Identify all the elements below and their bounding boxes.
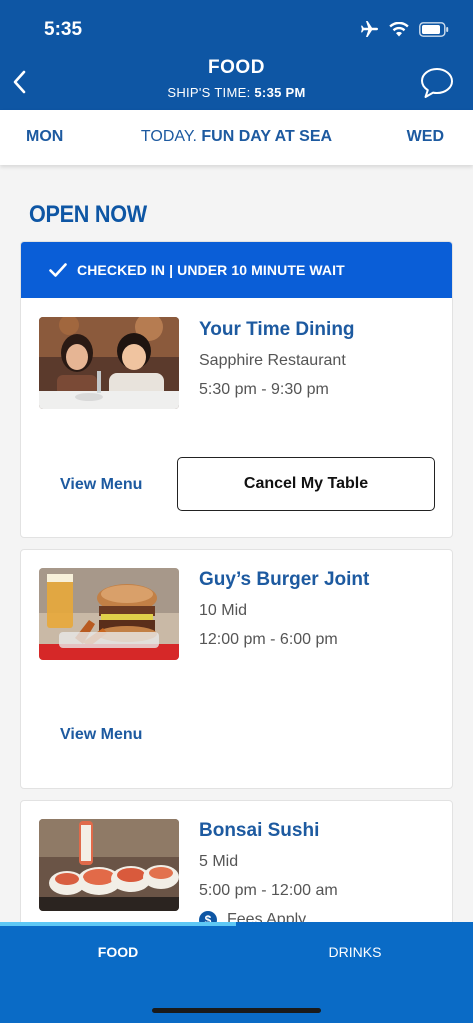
current-day-label: TODAY. FUN DAY AT SEA	[0, 128, 473, 146]
status-bar: 5:35	[0, 0, 473, 56]
venue-card: Guy’s Burger Joint 10 Mid 12:00 pm - 6:0…	[20, 549, 453, 789]
venue-card: CHECKED IN | UNDER 10 MINUTE WAIT Your T…	[20, 241, 453, 538]
venue-hours: 5:30 pm - 9:30 pm	[199, 381, 329, 398]
page-title: FOOD	[208, 57, 265, 78]
chat-button[interactable]	[419, 66, 455, 100]
today-name: FUN DAY AT SEA	[201, 128, 333, 145]
ship-time: SHIP'S TIME: 5:35 PM	[0, 85, 473, 100]
status-time: 5:35	[44, 19, 83, 40]
venue-card: Bonsai Sushi 5 Mid 5:00 pm - 12:00 am $ …	[20, 800, 453, 940]
wifi-icon	[389, 21, 409, 36]
today-prefix: TODAY.	[140, 128, 197, 145]
check-in-banner: CHECKED IN | UNDER 10 MINUTE WAIT	[21, 242, 452, 298]
ship-time-value: 5:35 PM	[254, 85, 306, 100]
venue-photo	[39, 568, 179, 660]
airplane-icon	[361, 21, 378, 37]
section-title-open-now: OPEN NOW	[29, 201, 147, 228]
home-indicator	[152, 1008, 321, 1013]
day-selector: MON TODAY. FUN DAY AT SEA WED	[0, 110, 473, 165]
battery-icon	[419, 21, 449, 37]
cancel-table-button[interactable]: Cancel My Table	[177, 457, 435, 511]
venue-location: 10 Mid	[199, 602, 248, 619]
venue-photo	[39, 317, 179, 409]
venue-hours: 12:00 pm - 6:00 pm	[199, 631, 338, 648]
active-tab-indicator	[0, 922, 236, 926]
venue-hours: 5:00 pm - 12:00 am	[199, 882, 338, 899]
view-menu-button[interactable]: View Menu	[60, 476, 142, 494]
tab-drinks[interactable]: DRINKS	[237, 944, 473, 960]
bottom-tab-bar: FOOD DRINKS	[0, 922, 473, 1023]
venue-name[interactable]: Guy’s Burger Joint	[199, 569, 369, 591]
ship-time-label: SHIP'S TIME:	[167, 85, 251, 100]
status-icons	[359, 20, 449, 38]
venue-photo	[39, 819, 179, 911]
venue-location: 5 Mid	[199, 853, 239, 870]
view-menu-button[interactable]: View Menu	[60, 726, 142, 744]
banner-text: CHECKED IN | UNDER 10 MINUTE WAIT	[77, 262, 345, 278]
title-block: FOOD SHIP'S TIME: 5:35 PM	[0, 57, 473, 100]
venue-location: Sapphire Restaurant	[199, 352, 346, 369]
tab-food[interactable]: FOOD	[0, 944, 236, 960]
app-header: 5:35 FOOD SHIP'S TIME: 5:35 PM	[0, 0, 473, 110]
checkmark-icon	[49, 263, 67, 277]
venue-name[interactable]: Your Time Dining	[199, 319, 355, 341]
venue-name[interactable]: Bonsai Sushi	[199, 820, 319, 842]
next-day-button[interactable]: WED	[407, 128, 444, 146]
chat-bubble-icon	[421, 68, 453, 98]
